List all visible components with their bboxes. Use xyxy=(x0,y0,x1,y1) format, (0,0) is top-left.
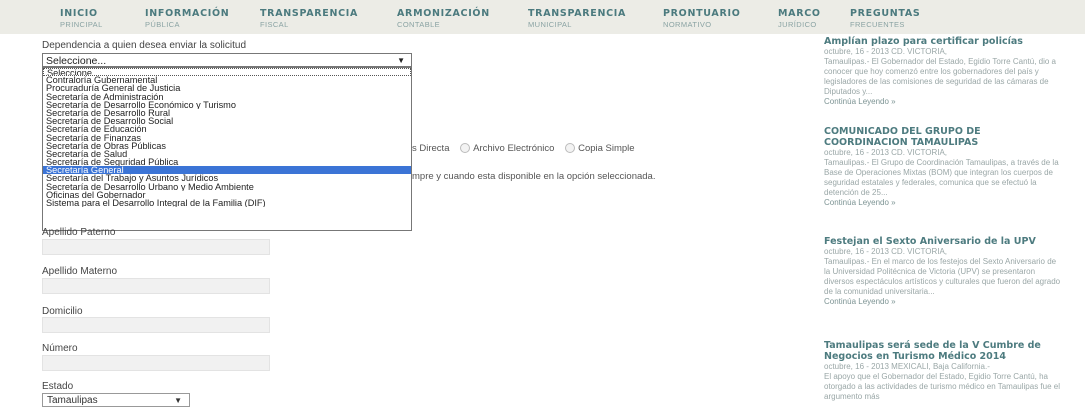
option-item[interactable]: Secretaría de Administración xyxy=(43,93,411,101)
news-date: octubre, 16 - 2013 MEXICALI, Baja Califo… xyxy=(824,362,990,371)
option-item[interactable]: Secretaría de Desarrollo Rural xyxy=(43,109,411,117)
option-item[interactable]: Sistema para el Desarrollo Integral de l… xyxy=(43,199,411,207)
nav-informacion-publica[interactable]: INFORMACIÓN PÚBLICA xyxy=(145,9,229,28)
news-item: Tamaulipas será sede de la V Cumbre de N… xyxy=(824,340,1064,402)
nav-label: TRANSPARENCIA xyxy=(528,8,627,19)
nav-sublabel: PRINCIPAL xyxy=(60,19,103,29)
delivery-options: s Directa Archivo Electrónico Copia Simp… xyxy=(412,143,635,154)
option-item[interactable]: Secretaría de Desarrollo Social xyxy=(43,117,411,125)
option-item[interactable]: Secretaría de Desarrollo Urbano y Medio … xyxy=(43,183,411,191)
radio-copy[interactable] xyxy=(565,143,576,154)
nav-preguntas-frecuentes[interactable]: PREGUNTAS FRECUENTES xyxy=(850,9,920,28)
news-excerpt: Tamaulipas.- En el marco de los festejos… xyxy=(824,257,1061,296)
option-item[interactable]: Secretaría de Salud xyxy=(43,150,411,158)
news-date: octubre, 16 - 2013 CD. VICTORIA, xyxy=(824,247,948,256)
delivery-option-copy-label: Copia Simple xyxy=(578,143,635,154)
news-item: Amplían plazo para certificar policías o… xyxy=(824,36,1064,107)
option-item[interactable]: Seleccione... xyxy=(43,68,411,77)
nav-label: TRANSPARENCIA xyxy=(260,8,359,19)
estado-label: Estado xyxy=(42,381,74,392)
news-item: Festejan el Sexto Aniversario de la UPV … xyxy=(824,236,1064,307)
nav-sublabel: FRECUENTES xyxy=(850,19,905,29)
nav-prontuario-normativo[interactable]: PRONTUARIO NORMATIVO xyxy=(663,9,741,28)
nav-label: INICIO xyxy=(60,8,98,19)
estado-select[interactable]: Tamaulipas ▼ xyxy=(42,393,190,407)
nav-sublabel: JURÍDICO xyxy=(778,19,817,29)
availability-note: mpre y cuando esta disponible en la opci… xyxy=(412,171,656,182)
nav-label: INFORMACIÓN xyxy=(145,8,230,19)
news-excerpt: El apoyo que el Gobernador del Estado, E… xyxy=(824,372,1060,401)
nav-sublabel: MUNICIPAL xyxy=(528,19,572,29)
top-navigation: INICIO PRINCIPAL INFORMACIÓN PÚBLICA TRA… xyxy=(0,0,1085,34)
numero-label: Número xyxy=(42,343,78,354)
news-excerpt: Tamaulipas.- El Grupo de Coordinación Ta… xyxy=(824,158,1059,197)
radio-electronic[interactable] xyxy=(460,143,471,154)
nav-label: ARMONIZACIÓN xyxy=(397,8,490,19)
dependencia-select-value: Seleccione... xyxy=(46,55,107,67)
domicilio-label: Domicilio xyxy=(42,306,83,317)
apellido-materno-field[interactable] xyxy=(42,278,270,294)
delivery-option-electronic-label: Archivo Electrónico xyxy=(473,143,555,154)
dependencia-label: Dependencia a quien desea enviar la soli… xyxy=(42,40,247,51)
read-more-link[interactable]: Continúa Leyendo » xyxy=(824,97,1064,107)
apellido-paterno-label: Apellido Paterno xyxy=(42,227,116,238)
dependencia-options-list[interactable]: Seleccione... Contraloría Gubernamental … xyxy=(42,67,412,231)
news-item: COMUNICADO DEL GRUPO DE COORDINACION TAM… xyxy=(824,126,1064,208)
nav-sublabel: CONTABLE xyxy=(397,19,441,29)
dropdown-arrow-icon: ▼ xyxy=(174,396,182,405)
nav-sublabel: NORMATIVO xyxy=(663,19,712,29)
apellido-paterno-field[interactable] xyxy=(42,239,270,255)
nav-label: MARCO xyxy=(778,8,821,19)
news-date: octubre, 16 - 2013 CD. VICTORIA, xyxy=(824,47,948,56)
nav-sublabel: PÚBLICA xyxy=(145,19,180,29)
read-more-link[interactable]: Continúa Leyendo » xyxy=(824,297,1064,307)
nav-inicio[interactable]: INICIO PRINCIPAL xyxy=(60,9,103,28)
option-item[interactable]: Secretaría del Trabajo y Asuntos Jurídic… xyxy=(43,174,411,182)
option-item[interactable]: Contraloría Gubernamental xyxy=(43,76,411,84)
news-title[interactable]: Festejan el Sexto Aniversario de la UPV xyxy=(824,236,1064,247)
news-excerpt: Tamaulipas.- El Gobernador del Estado, E… xyxy=(824,57,1056,96)
option-item[interactable]: Secretaría de Finanzas xyxy=(43,134,411,142)
nav-armonizacion-contable[interactable]: ARMONIZACIÓN CONTABLE xyxy=(397,9,490,28)
nav-sublabel: FISCAL xyxy=(260,19,289,29)
option-item[interactable]: Secretaría de Educación xyxy=(43,125,411,133)
news-title[interactable]: Amplían plazo para certificar policías xyxy=(824,36,1064,47)
option-item[interactable]: Secretaría de Desarrollo Económico y Tur… xyxy=(43,101,411,109)
nav-label: PRONTUARIO xyxy=(663,8,741,19)
numero-field[interactable] xyxy=(42,355,270,371)
dropdown-arrow-icon: ▼ xyxy=(397,56,405,65)
news-title[interactable]: Tamaulipas será sede de la V Cumbre de N… xyxy=(824,340,1064,362)
option-item-highlighted[interactable]: Secretaría General xyxy=(43,166,411,175)
nav-transparencia-municipal[interactable]: TRANSPARENCIA MUNICIPAL xyxy=(528,9,626,28)
news-date: octubre, 16 - 2013 CD. VICTORIA, xyxy=(824,148,948,157)
domicilio-field[interactable] xyxy=(42,317,270,333)
news-title[interactable]: COMUNICADO DEL GRUPO DE COORDINACION TAM… xyxy=(824,126,1064,148)
apellido-materno-label: Apellido Materno xyxy=(42,266,118,277)
read-more-link[interactable]: Continúa Leyendo » xyxy=(824,198,1064,208)
option-item[interactable]: Procuraduría General de Justicia xyxy=(43,84,411,92)
option-item[interactable]: Secretaría de Obras Públicas xyxy=(43,142,411,150)
estado-select-value: Tamaulipas xyxy=(47,395,98,406)
nav-transparencia-fiscal[interactable]: TRANSPARENCIA FISCAL xyxy=(260,9,358,28)
option-item[interactable]: Secretaría de Seguridad Pública xyxy=(43,158,411,166)
dependencia-select[interactable]: Seleccione... ▼ xyxy=(42,53,412,67)
nav-label: PREGUNTAS xyxy=(850,8,921,19)
nav-marco-juridico[interactable]: MARCO JURÍDICO xyxy=(778,9,821,28)
delivery-option-direct-label: s Directa xyxy=(412,143,450,154)
option-item[interactable]: Oficinas del Gobernador xyxy=(43,191,411,199)
